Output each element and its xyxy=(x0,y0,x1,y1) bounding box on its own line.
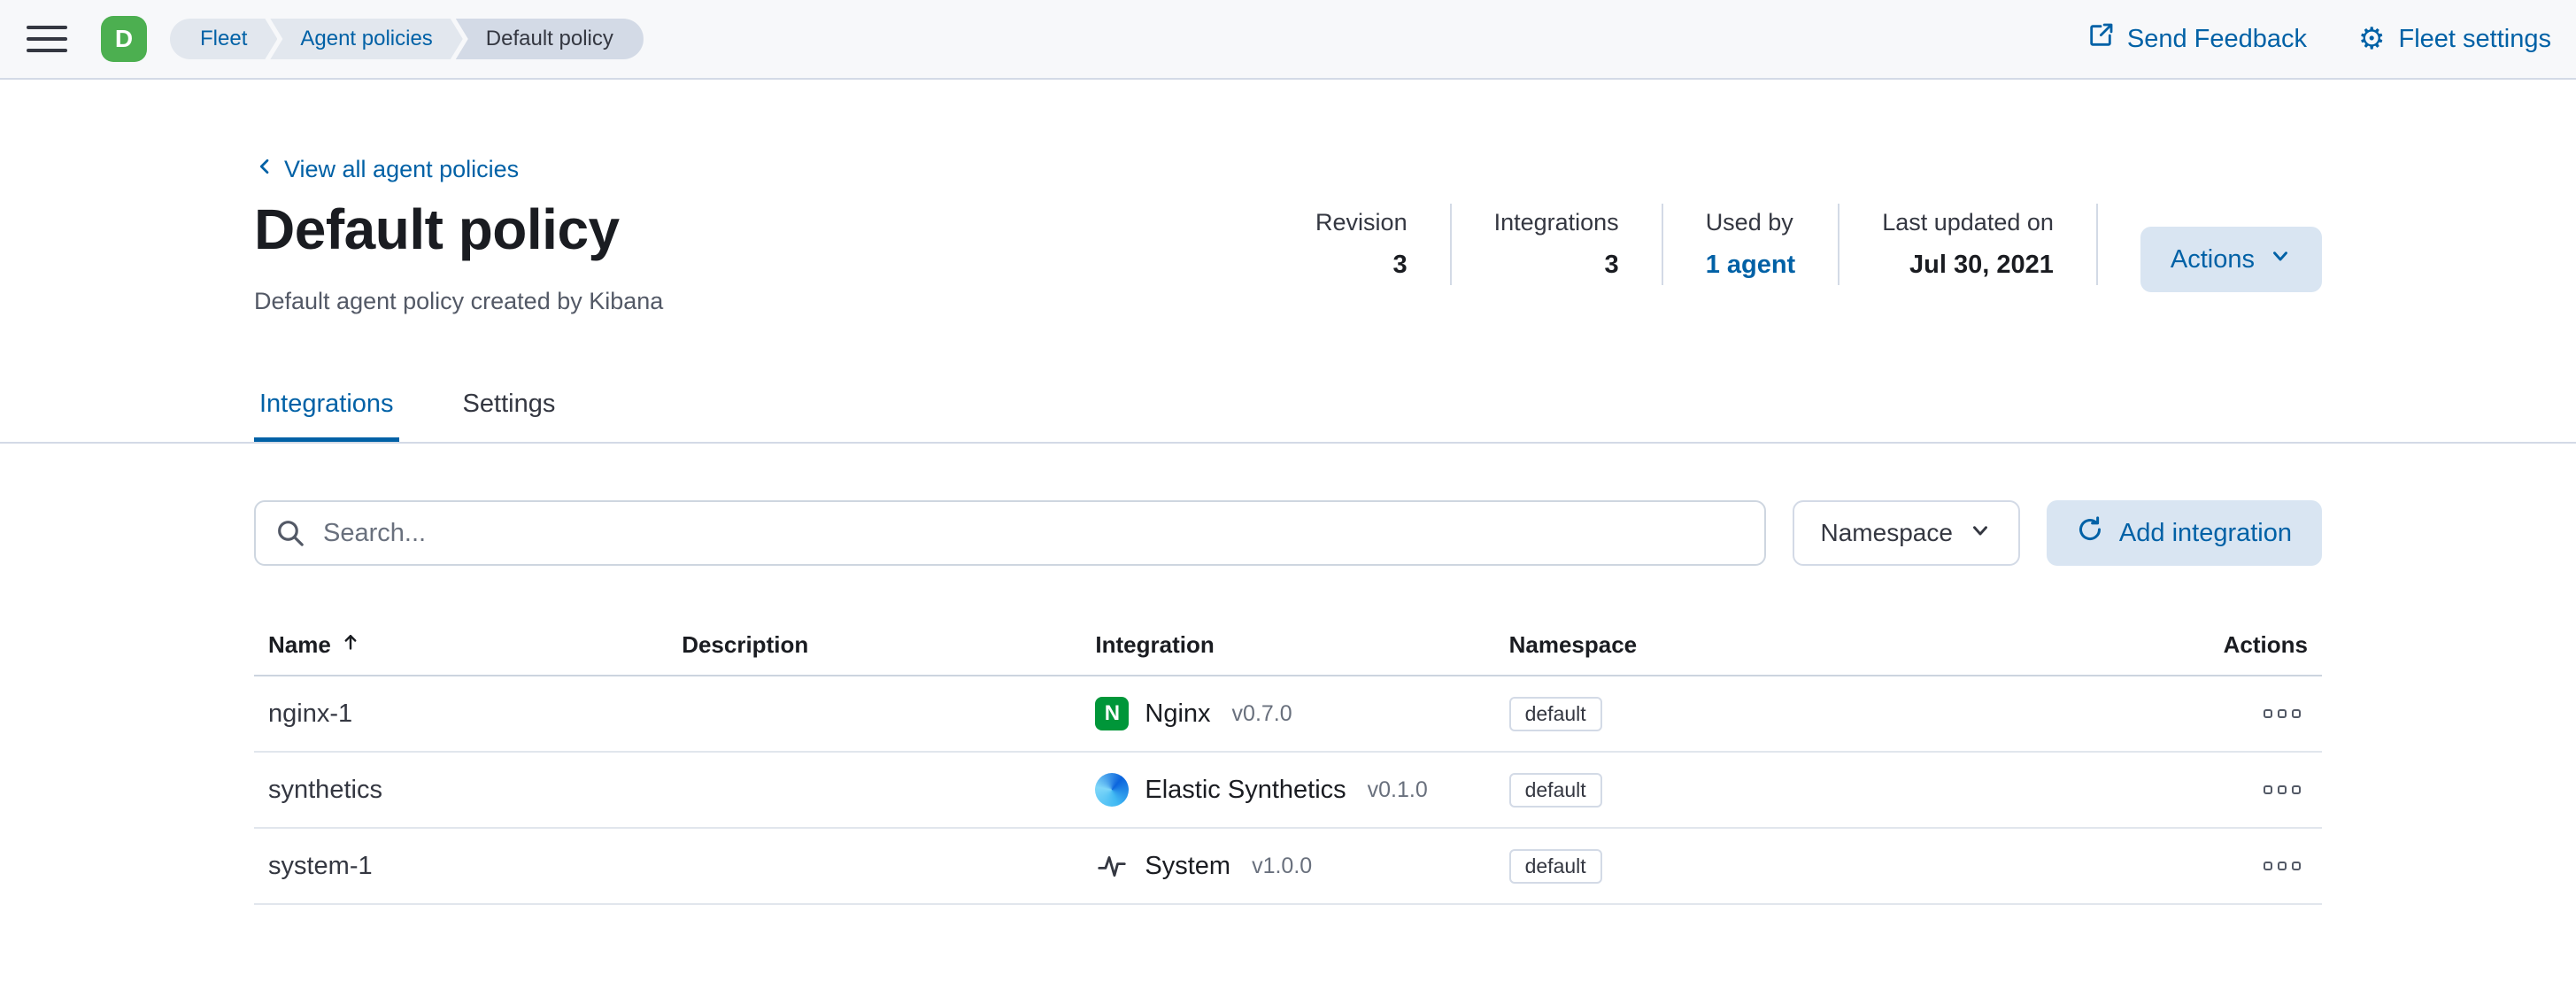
search-icon xyxy=(275,518,305,553)
chevron-left-icon xyxy=(254,156,275,183)
policy-name: synthetics xyxy=(254,776,667,805)
row-actions-icon[interactable] xyxy=(2256,777,2308,803)
namespace-filter-button[interactable]: Namespace xyxy=(1793,500,2020,566)
chevron-down-icon xyxy=(2269,244,2292,274)
table-row: nginx-1 N Nginx v0.7.0 default xyxy=(254,676,2322,753)
chevron-down-icon xyxy=(1969,519,1992,548)
gear-icon: ⚙ xyxy=(2358,24,2385,54)
system-icon xyxy=(1095,849,1129,883)
column-header-actions: Actions xyxy=(2210,619,2322,675)
stat-last-updated: Last updated on Jul 30, 2021 xyxy=(1839,204,2098,285)
tabs-divider xyxy=(0,442,2576,444)
external-link-icon xyxy=(2087,22,2114,56)
page-title: Default policy xyxy=(254,197,663,261)
fleet-settings-label: Fleet settings xyxy=(2399,25,2551,54)
add-integration-icon xyxy=(2077,516,2103,550)
tab-settings[interactable]: Settings xyxy=(458,390,561,442)
sort-ascending-icon xyxy=(340,631,361,659)
integration-version: v1.0.0 xyxy=(1252,854,1312,879)
integration-version: v0.7.0 xyxy=(1232,701,1292,727)
used-by-agents-link[interactable]: 1 agent xyxy=(1706,251,1796,280)
actions-button-label: Actions xyxy=(2171,245,2255,274)
row-actions-icon[interactable] xyxy=(2256,853,2308,879)
row-actions-icon[interactable] xyxy=(2256,700,2308,727)
policy-name: system-1 xyxy=(254,852,667,881)
nginx-icon: N xyxy=(1095,697,1129,730)
stat-integrations: Integrations 3 xyxy=(1452,204,1663,285)
stat-label: Used by xyxy=(1706,209,1796,236)
integration-name: Nginx xyxy=(1145,699,1210,729)
send-feedback-label: Send Feedback xyxy=(2127,25,2307,54)
policy-page-header: View all agent policies Default policy D… xyxy=(254,156,2322,315)
stat-used-by: Used by 1 agent xyxy=(1663,204,1840,285)
menu-icon[interactable] xyxy=(27,19,67,59)
space-avatar[interactable]: D xyxy=(101,16,147,62)
column-label: Name xyxy=(268,631,331,659)
stat-value: 3 xyxy=(1494,251,1619,280)
table-row: system-1 System v1.0.0 default xyxy=(254,829,2322,905)
table-row: synthetics Elastic Synthetics v0.1.0 def… xyxy=(254,753,2322,829)
namespace-badge: default xyxy=(1509,849,1602,884)
page-subtitle: Default agent policy created by Kibana xyxy=(254,288,663,315)
policy-tabs: Integrations Settings xyxy=(254,390,2322,442)
stat-label: Last updated on xyxy=(1882,209,2054,236)
column-header-integration: Integration xyxy=(1081,619,1494,675)
elastic-synthetics-icon xyxy=(1095,773,1129,807)
namespace-badge: default xyxy=(1509,773,1602,808)
stat-value: 3 xyxy=(1315,251,1408,280)
integration-name: Elastic Synthetics xyxy=(1145,776,1346,805)
column-header-namespace: Namespace xyxy=(1495,619,1909,675)
breadcrumb-current-default-policy: Default policy xyxy=(456,19,644,59)
namespace-filter-label: Namespace xyxy=(1821,519,1953,547)
integrations-toolbar: Namespace Add integration xyxy=(254,500,2322,566)
breadcrumb: Fleet Agent policies Default policy xyxy=(170,19,644,59)
back-link-label: View all agent policies xyxy=(284,156,519,183)
breadcrumb-agent-policies[interactable]: Agent policies xyxy=(270,19,462,59)
view-all-agent-policies-link[interactable]: View all agent policies xyxy=(254,156,519,183)
actions-button[interactable]: Actions xyxy=(2140,227,2322,292)
search-input[interactable] xyxy=(254,500,1766,566)
policy-name: nginx-1 xyxy=(254,699,667,729)
column-header-description: Description xyxy=(667,619,1081,675)
integration-version: v0.1.0 xyxy=(1368,777,1428,803)
tab-integrations[interactable]: Integrations xyxy=(254,390,399,442)
stat-value: Jul 30, 2021 xyxy=(1882,251,2054,280)
column-header-name[interactable]: Name xyxy=(254,619,667,675)
fleet-settings-link[interactable]: ⚙ Fleet settings xyxy=(2358,24,2551,54)
send-feedback-link[interactable]: Send Feedback xyxy=(2087,22,2307,56)
integration-name: System xyxy=(1145,852,1230,881)
namespace-badge: default xyxy=(1509,697,1602,731)
add-integration-label: Add integration xyxy=(2119,519,2292,548)
table-header-row: Name Description Integration Namespace A… xyxy=(254,619,2322,676)
top-header: D Fleet Agent policies Default policy Se… xyxy=(0,0,2576,80)
add-integration-button[interactable]: Add integration xyxy=(2047,500,2322,566)
breadcrumb-fleet[interactable]: Fleet xyxy=(170,19,277,59)
integrations-table: Name Description Integration Namespace A… xyxy=(254,619,2322,905)
stat-label: Revision xyxy=(1315,209,1408,236)
stat-revision: Revision 3 xyxy=(1315,204,1452,285)
stat-label: Integrations xyxy=(1494,209,1619,236)
